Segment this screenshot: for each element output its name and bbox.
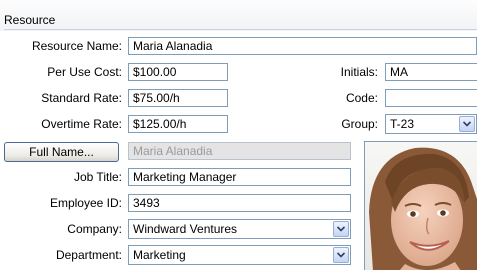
resource-group-header: Resource [0, 0, 477, 31]
employee-id-input[interactable]: 3493 [128, 194, 351, 212]
job-title-label: Job Title: [73, 170, 122, 184]
full-name-button[interactable]: Full Name... [4, 142, 119, 162]
employee-id-label: Employee ID: [49, 196, 122, 210]
group-select-value: T-23 [390, 117, 415, 131]
code-input[interactable] [385, 89, 477, 107]
job-title-input[interactable]: Marketing Manager [128, 168, 351, 186]
company-select[interactable]: Windward Ventures [128, 219, 351, 239]
department-select[interactable]: Marketing [128, 245, 351, 265]
department-select-value: Marketing [133, 248, 186, 262]
overtime-rate-label: Overtime Rate: [41, 117, 122, 131]
company-select-value: Windward Ventures [133, 222, 238, 236]
overtime-rate-input[interactable]: $125.00/h [128, 115, 228, 133]
chevron-down-icon[interactable] [333, 247, 349, 263]
initials-input[interactable]: MA [385, 63, 477, 81]
per-use-cost-label: Per Use Cost: [47, 65, 122, 79]
department-label: Department: [55, 248, 122, 262]
full-name-field: Maria Alanadia [128, 142, 351, 160]
initials-label: Initials: [340, 65, 378, 79]
resource-name-input[interactable]: Maria Alanadia [128, 37, 477, 55]
employee-photo[interactable] [364, 141, 477, 270]
resource-name-label: Resource Name: [31, 39, 122, 53]
per-use-cost-input[interactable]: $100.00 [128, 63, 228, 81]
company-label: Company: [67, 222, 122, 236]
section-divider [4, 29, 477, 30]
standard-rate-label: Standard Rate: [41, 91, 122, 105]
code-label: Code: [345, 91, 378, 105]
chevron-down-icon[interactable] [459, 116, 475, 132]
group-label: Group: [341, 117, 378, 131]
portrait-icon [365, 142, 477, 270]
group-select[interactable]: T-23 [385, 114, 477, 134]
standard-rate-input[interactable]: $75.00/h [128, 89, 228, 107]
chevron-down-icon[interactable] [333, 221, 349, 237]
section-title: Resource [4, 13, 56, 27]
